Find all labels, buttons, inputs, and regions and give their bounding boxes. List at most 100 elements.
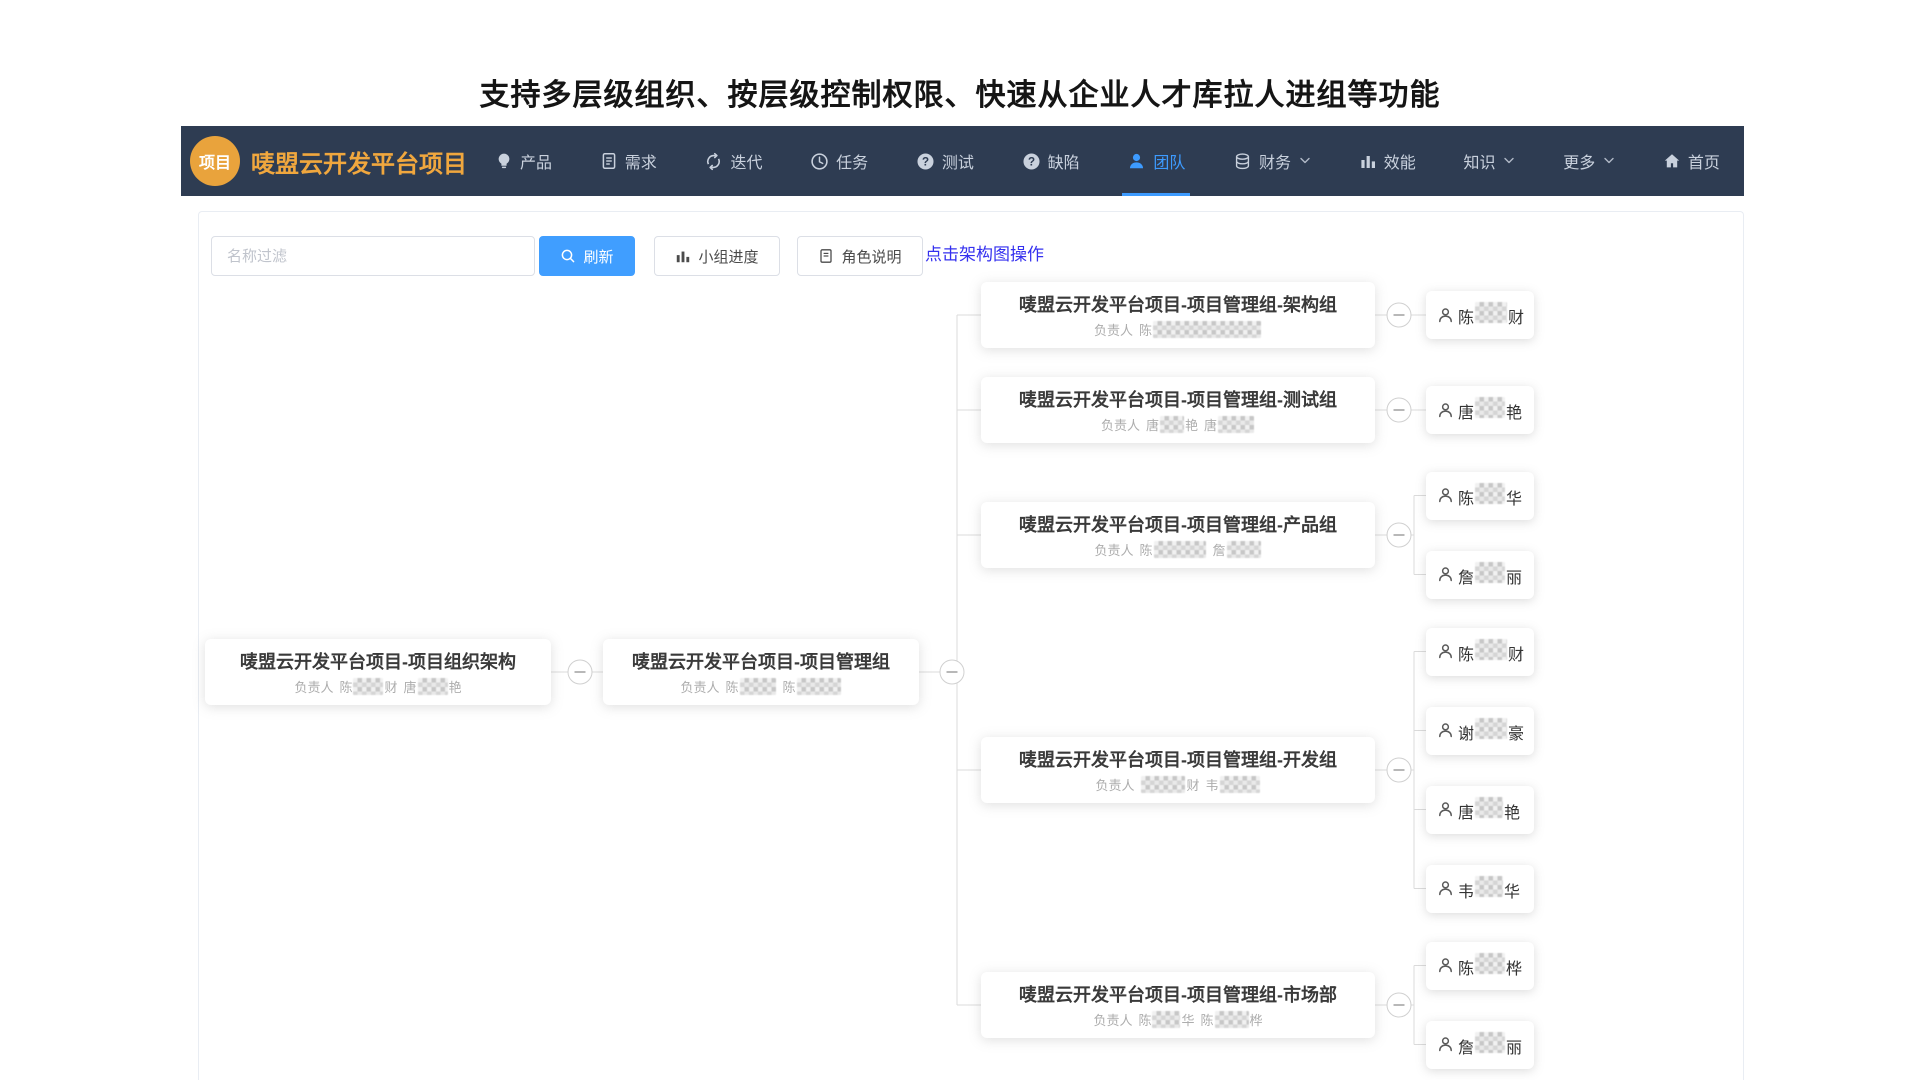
censored-text (1141, 776, 1185, 793)
leader-name: 陈桦 (1201, 1010, 1263, 1029)
member-card[interactable]: 陈桦 (1426, 942, 1534, 990)
censored-text (353, 678, 383, 695)
member-name: 唐艳 (1458, 397, 1522, 423)
leader-name: 韦 (1206, 775, 1261, 794)
censored-text (1220, 776, 1260, 793)
org-node-leaders: 负责人陈 (1094, 320, 1262, 339)
censored-text (1154, 541, 1206, 558)
member-name: 陈财 (1458, 639, 1524, 665)
collapse-toggle[interactable] (1387, 993, 1411, 1017)
person-outline-icon (1437, 957, 1458, 974)
org-node-title: 唛盟云开发平台项目-项目管理组-产品组 (1019, 511, 1337, 537)
person-outline-icon (1437, 643, 1458, 660)
org-node-leaders: 负责人唐艳唐 (1101, 415, 1255, 434)
collapse-toggle[interactable] (1387, 758, 1411, 782)
org-node-root[interactable]: 唛盟云开发平台项目-项目组织架构负责人陈财唐艳 (205, 639, 551, 705)
leader-name: 财 (1140, 775, 1199, 794)
leader-name: 陈 (725, 677, 776, 696)
org-node-title: 唛盟云开发平台项目-项目组织架构 (240, 648, 516, 674)
collapse-toggle[interactable] (940, 660, 964, 684)
member-name: 詹丽 (1458, 562, 1522, 588)
member-name: 詹丽 (1458, 1032, 1522, 1058)
org-node-leaders: 负责人陈财唐艳 (294, 677, 461, 696)
person-outline-icon (1437, 801, 1458, 818)
member-card[interactable]: 韦华 (1426, 865, 1534, 913)
censored-text (1218, 416, 1254, 433)
org-node-group[interactable]: 唛盟云开发平台项目-项目管理组-开发组负责人财韦 (981, 737, 1375, 803)
censored-text (1160, 416, 1184, 433)
censored-text (1475, 718, 1507, 739)
censored-text (1215, 1011, 1249, 1028)
org-node-group[interactable]: 唛盟云开发平台项目-项目管理组-产品组负责人陈詹 (981, 502, 1375, 568)
leader-name: 陈财 (339, 677, 397, 696)
leader-name: 陈 (1139, 540, 1206, 559)
person-outline-icon (1437, 307, 1458, 324)
censored-text (1475, 639, 1507, 660)
leader-label: 负责人 (680, 677, 719, 696)
member-card[interactable]: 詹丽 (1426, 1021, 1534, 1069)
leader-label: 负责人 (1093, 1010, 1132, 1029)
org-node-leaders: 负责人陈华陈桦 (1093, 1010, 1262, 1029)
member-card[interactable]: 唐艳 (1426, 786, 1534, 834)
censored-text (740, 678, 776, 695)
org-node-title: 唛盟云开发平台项目-项目管理组-市场部 (1019, 981, 1337, 1007)
leader-name: 唐艳 (1146, 415, 1198, 434)
censored-text (1227, 541, 1261, 558)
censored-text (1152, 1011, 1180, 1028)
censored-text (1475, 302, 1507, 323)
member-card[interactable]: 陈财 (1426, 291, 1534, 339)
org-node-leaders: 负责人财韦 (1095, 775, 1260, 794)
collapse-toggle[interactable] (1387, 523, 1411, 547)
leader-label: 负责人 (294, 677, 333, 696)
org-node-title: 唛盟云开发平台项目-项目管理组-架构组 (1019, 291, 1337, 317)
person-outline-icon (1437, 566, 1458, 583)
leader-label: 负责人 (1095, 775, 1134, 794)
org-node-group[interactable]: 唛盟云开发平台项目-项目管理组-市场部负责人陈华陈桦 (981, 972, 1375, 1038)
org-chart: 唛盟云开发平台项目-项目组织架构负责人陈财唐艳唛盟云开发平台项目-项目管理组负责… (0, 0, 1920, 1080)
org-node-group[interactable]: 唛盟云开发平台项目-项目管理组-测试组负责人唐艳唐 (981, 377, 1375, 443)
leader-name: 唐艳 (404, 677, 462, 696)
leader-name: 陈 (783, 677, 842, 696)
org-node-title: 唛盟云开发平台项目-项目管理组 (632, 648, 890, 674)
member-card[interactable]: 詹丽 (1426, 551, 1534, 599)
member-card[interactable]: 唐艳 (1426, 386, 1534, 434)
collapse-toggle[interactable] (568, 660, 592, 684)
member-card[interactable]: 谢豪 (1426, 707, 1534, 755)
censored-text (797, 678, 841, 695)
member-name: 唐艳 (1458, 797, 1520, 823)
org-node-leaders: 负责人陈陈 (680, 677, 841, 696)
collapse-toggle[interactable] (1387, 398, 1411, 422)
leader-name: 陈 (1139, 320, 1262, 339)
org-node-manager[interactable]: 唛盟云开发平台项目-项目管理组负责人陈陈 (603, 639, 919, 705)
member-name: 谢豪 (1458, 718, 1524, 744)
censored-text (1475, 562, 1505, 583)
censored-text (1475, 876, 1503, 897)
person-outline-icon (1437, 402, 1458, 419)
org-node-leaders: 负责人陈詹 (1094, 540, 1261, 559)
collapse-toggle[interactable] (1387, 303, 1411, 327)
person-outline-icon (1437, 880, 1458, 897)
censored-text (1475, 483, 1505, 504)
member-card[interactable]: 陈华 (1426, 472, 1534, 520)
censored-text (1475, 397, 1505, 418)
censored-text (1475, 953, 1505, 974)
person-outline-icon (1437, 1036, 1458, 1053)
member-card[interactable]: 陈财 (1426, 628, 1534, 676)
leader-label: 负责人 (1094, 320, 1133, 339)
censored-text (418, 678, 448, 695)
org-node-group[interactable]: 唛盟云开发平台项目-项目管理组-架构组负责人陈 (981, 282, 1375, 348)
leader-name: 陈华 (1138, 1010, 1194, 1029)
leader-label: 负责人 (1094, 540, 1133, 559)
censored-text (1153, 321, 1261, 338)
person-outline-icon (1437, 487, 1458, 504)
censored-text (1475, 1032, 1505, 1053)
org-node-title: 唛盟云开发平台项目-项目管理组-开发组 (1019, 746, 1337, 772)
leader-name: 詹 (1213, 540, 1262, 559)
member-name: 韦华 (1458, 876, 1520, 902)
person-outline-icon (1437, 722, 1458, 739)
member-name: 陈财 (1458, 302, 1524, 328)
leader-label: 负责人 (1101, 415, 1140, 434)
org-connectors (0, 0, 1920, 1080)
member-name: 陈桦 (1458, 953, 1522, 979)
leader-name: 唐 (1204, 415, 1255, 434)
